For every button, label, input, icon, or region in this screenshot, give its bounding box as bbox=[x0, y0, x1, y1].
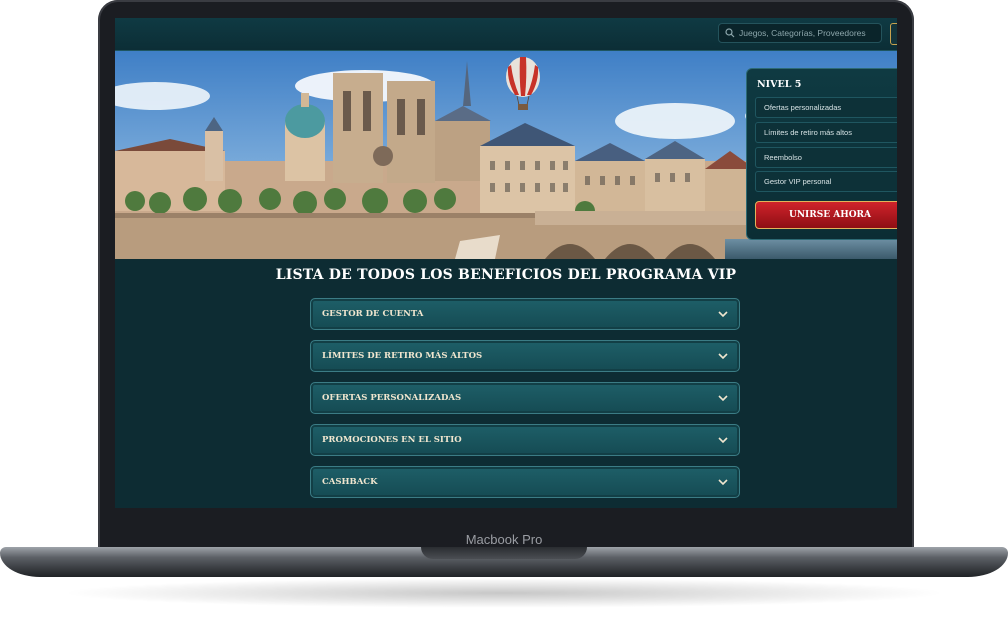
chevron-down-icon bbox=[718, 353, 728, 360]
vip-level-title: NIVEL 5 bbox=[757, 79, 802, 90]
topbar-action-button[interactable] bbox=[890, 23, 897, 45]
chevron-down-icon bbox=[718, 437, 728, 444]
benefits-title: LISTA DE TODOS LOS BENEFICIOS DEL PROGRA… bbox=[275, 267, 737, 283]
laptop-notch bbox=[421, 547, 587, 559]
search-placeholder: Juegos, Categorías, Proveedores bbox=[739, 28, 866, 38]
accordion-label: OFERTAS PERSONALIZADAS bbox=[322, 393, 462, 403]
join-now-button[interactable]: UNIRSE AHORA bbox=[755, 201, 897, 229]
chevron-down-icon bbox=[718, 479, 728, 486]
accordion-label: LÍMITES DE RETIRO MÁS ALTOS bbox=[322, 351, 483, 361]
search-input[interactable]: Juegos, Categorías, Proveedores bbox=[718, 23, 882, 43]
device-model-label: Macbook Pro bbox=[465, 532, 543, 547]
chevron-down-icon bbox=[718, 395, 728, 402]
laptop-shadow bbox=[60, 578, 948, 608]
chevron-down-icon bbox=[718, 311, 728, 318]
search-icon bbox=[725, 28, 735, 38]
vip-level-panel: NIVEL 5 Ofertas personalizadas Límites d… bbox=[746, 68, 897, 240]
vip-benefit-item: Gestor VIP personal bbox=[755, 171, 897, 192]
top-bar: Juegos, Categorías, Proveedores bbox=[115, 18, 897, 51]
vip-benefit-item: Reembolso bbox=[755, 147, 897, 168]
benefit-accordion-cashback[interactable]: CASHBACK bbox=[310, 466, 740, 498]
accordion-label: CASHBACK bbox=[322, 477, 378, 487]
benefit-accordion-limites-de-retiro[interactable]: LÍMITES DE RETIRO MÁS ALTOS bbox=[310, 340, 740, 372]
vip-benefit-item: Límites de retiro más altos bbox=[755, 122, 897, 143]
accordion-label: GESTOR DE CUENTA bbox=[322, 309, 424, 319]
benefit-accordion-ofertas-personalizadas[interactable]: OFERTAS PERSONALIZADAS bbox=[310, 382, 740, 414]
benefit-accordion-gestor-de-cuenta[interactable]: GESTOR DE CUENTA bbox=[310, 298, 740, 330]
vip-benefit-item: Ofertas personalizadas bbox=[755, 97, 897, 118]
accordion-label: PROMOCIONES EN EL SITIO bbox=[322, 435, 462, 445]
screen: Juegos, Categorías, Proveedores NIVEL 5 … bbox=[115, 18, 897, 508]
benefit-accordion-promociones[interactable]: PROMOCIONES EN EL SITIO bbox=[310, 424, 740, 456]
